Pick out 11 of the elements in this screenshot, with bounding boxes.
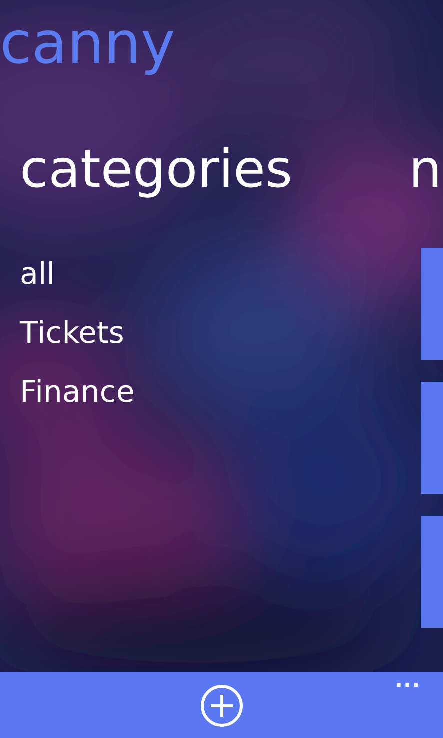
tile[interactable] [421, 248, 443, 360]
section-heading: n [409, 140, 443, 202]
category-item[interactable]: Tickets [20, 293, 124, 352]
category-item[interactable]: all [20, 234, 56, 293]
more-button[interactable]: ... [395, 670, 421, 690]
app-title: canny [0, 8, 176, 79]
add-button[interactable] [200, 684, 244, 728]
tile[interactable] [421, 382, 443, 494]
tile[interactable] [421, 516, 443, 628]
section-heading: categories [20, 140, 294, 202]
category-item[interactable]: Finance [20, 352, 135, 411]
